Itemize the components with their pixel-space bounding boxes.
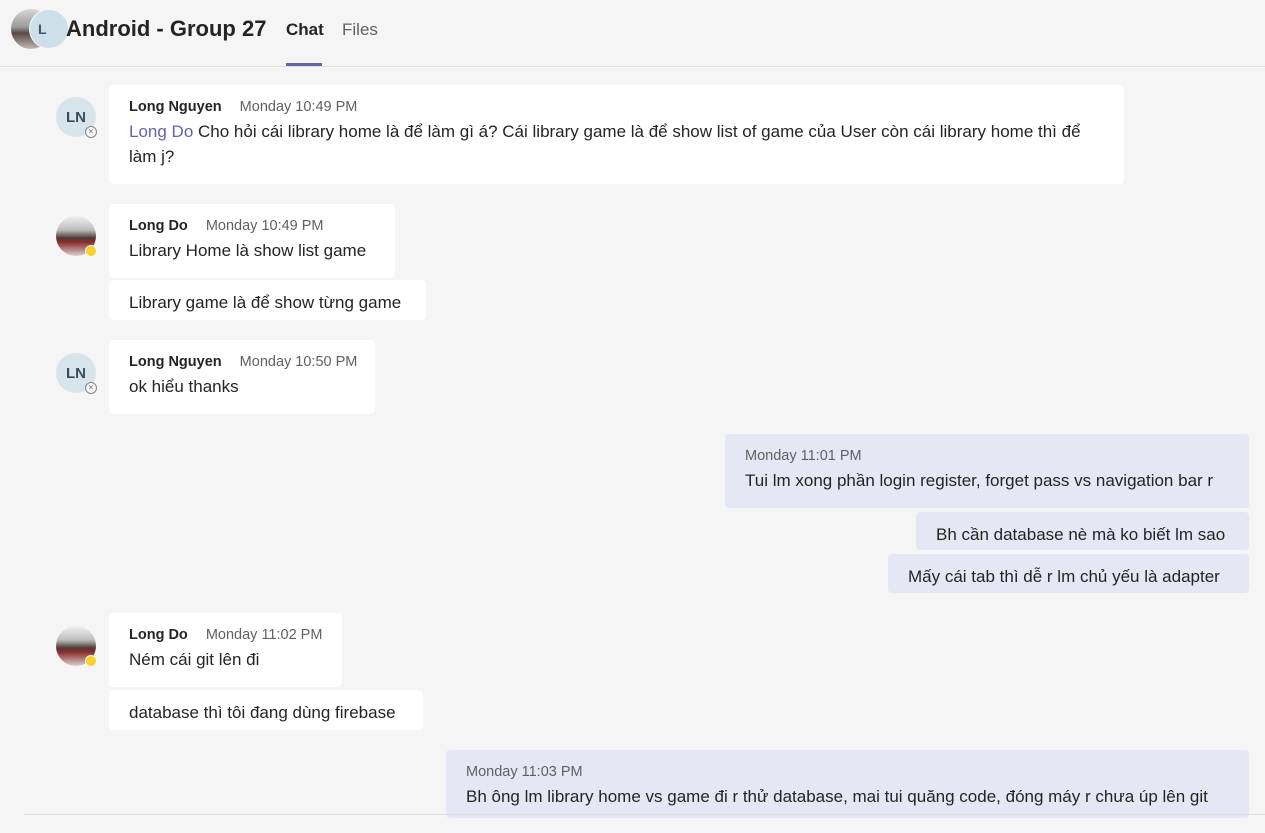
message-body: database thì tôi đang dùng firebase [129,703,396,722]
message-bubble-followup[interactable]: database thì tôi đang dùng firebase [109,690,423,730]
message-bubble-followup[interactable]: Library game là để show từng game [109,280,426,320]
message-time: Monday 11:01 PM [745,448,862,464]
chat-title: Android - Group 27 [66,16,267,41]
offline-status-icon: × [85,126,97,138]
avatar-initials: LN [66,364,86,382]
message-bubble[interactable]: Long Do Monday 10:49 PM Library Home là … [109,204,395,278]
tab-files[interactable]: Files [342,20,378,40]
message-text: Long Do Cho hỏi cái library home là để l… [129,119,1104,169]
tab-chat[interactable]: Chat [286,20,324,40]
avatar-long-nguyen[interactable]: LN × [56,97,97,138]
message-time: Monday 11:02 PM [205,627,323,643]
offline-status-icon: × [85,382,97,394]
message-meta: Long Nguyen Monday 10:50 PM [129,354,358,370]
message-bubble[interactable]: Long Nguyen Monday 10:49 PM Long Do Cho … [109,85,1124,184]
message-meta: Long Nguyen Monday 10:49 PM [129,99,1104,115]
away-status-icon [85,655,97,667]
group-avatar[interactable]: L [11,9,69,49]
message-body: Library game là để show từng game [129,293,402,312]
mention-link[interactable]: Long Do [129,122,193,141]
avatar-initials: LN [66,108,86,126]
message-body: Mấy cái tab thì dễ r lm chủ yếu là adapt… [908,567,1220,586]
author-name: Long Do [129,218,188,234]
message-bubble[interactable]: Long Nguyen Monday 10:50 PM ok hiểu than… [109,340,375,414]
message-bubble[interactable]: Long Do Monday 11:02 PM Ném cái git lên … [109,613,342,687]
message-time: Monday 10:49 PM [205,218,324,234]
message-body: Bh ông lm library home vs game đi r thử … [466,787,1208,806]
author-name: Long Nguyen [129,354,222,370]
own-message-bubble[interactable]: Monday 11:01 PM Tui lm xong phần login r… [725,434,1249,508]
avatar-long-do[interactable] [56,216,97,257]
own-message-bubble-followup[interactable]: Bh cần database nè mà ko biết lm sao [916,512,1249,550]
member-initial: L [29,9,69,49]
chat-header: L Android - Group 27 Chat Files [0,0,1265,67]
avatar-long-do[interactable] [56,626,97,667]
message-time: Monday 11:03 PM [466,764,583,780]
message-body: Bh cần database nè mà ko biết lm sao [936,525,1226,544]
own-message-bubble[interactable]: Monday 11:03 PM Bh ông lm library home v… [446,750,1249,818]
own-message-bubble-followup[interactable]: Mấy cái tab thì dễ r lm chủ yếu là adapt… [888,554,1249,593]
avatar-long-nguyen[interactable]: LN × [56,353,97,394]
compose-divider [24,814,1265,815]
message-body: ok hiểu thanks [129,377,239,396]
message-body: Tui lm xong phần login register, forget … [745,471,1214,490]
author-name: Long Nguyen [129,99,222,115]
message-body: Ném cái git lên đi [129,650,260,669]
message-meta: Long Do Monday 10:49 PM [129,218,375,234]
message-body: Library Home là show list game [129,241,367,260]
active-tab-indicator [286,63,322,66]
message-time: Monday 10:49 PM [239,99,358,115]
away-status-icon [85,245,97,257]
message-body: Cho hỏi cái library home là để làm gì á?… [129,122,1081,166]
message-time: Monday 10:50 PM [239,354,358,370]
message-meta: Long Do Monday 11:02 PM [129,627,322,643]
author-name: Long Do [129,627,188,643]
